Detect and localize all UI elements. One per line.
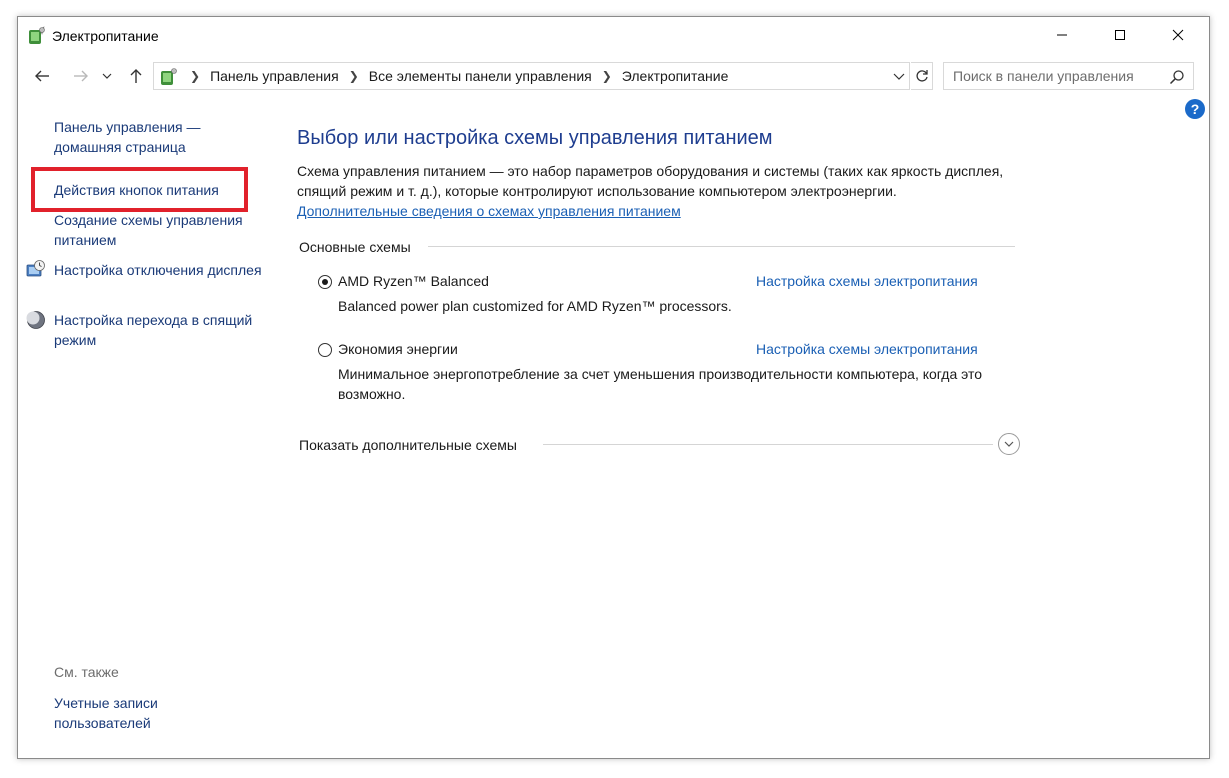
sidebar-item-display-off[interactable]: Настройка отключения дисплея bbox=[54, 260, 264, 280]
address-bar[interactable]: ❯ Панель управления ❯ Все элементы панел… bbox=[153, 62, 910, 90]
chevron-right-icon[interactable]: ❯ bbox=[602, 69, 612, 83]
search-input[interactable] bbox=[944, 63, 1173, 89]
expand-additional-plans-button[interactable] bbox=[998, 433, 1020, 455]
window-title: Электропитание bbox=[52, 28, 159, 44]
plan-name-amd-balanced[interactable]: AMD Ryzen™ Balanced bbox=[338, 273, 489, 289]
breadcrumb-all-control-panel-items[interactable]: Все элементы панели управления bbox=[369, 68, 592, 84]
power-options-icon bbox=[26, 26, 46, 46]
sidebar-item-sleep[interactable]: Настройка перехода в спящий режим bbox=[54, 310, 264, 350]
minimize-icon bbox=[1057, 34, 1067, 36]
plan-description-amd-balanced: Balanced power plan customized for AMD R… bbox=[338, 298, 732, 314]
navigation-bar: ❯ Панель управления ❯ Все элементы панел… bbox=[18, 61, 1209, 91]
close-icon bbox=[1172, 29, 1184, 41]
power-plans-info-link[interactable]: Дополнительные сведения о схемах управле… bbox=[297, 201, 681, 221]
minimize-button[interactable] bbox=[1033, 17, 1091, 53]
search-icon[interactable] bbox=[1169, 69, 1185, 85]
arrow-up-icon bbox=[130, 69, 142, 83]
sidebar-item-power-buttons[interactable]: Действия кнопок питания bbox=[54, 180, 264, 200]
display-clock-icon bbox=[26, 259, 46, 279]
plan-radio-power-saver[interactable] bbox=[318, 343, 332, 357]
section-header-main-plans: Основные схемы bbox=[299, 239, 411, 255]
chevron-down-icon bbox=[102, 73, 112, 79]
breadcrumb: ❯ Панель управления ❯ Все элементы панел… bbox=[184, 63, 728, 89]
see-also-label: См. также bbox=[54, 664, 119, 680]
chevron-down-icon bbox=[893, 73, 905, 80]
section-divider bbox=[543, 444, 993, 445]
close-button[interactable] bbox=[1149, 17, 1207, 53]
refresh-icon bbox=[915, 70, 928, 82]
recent-locations-button[interactable] bbox=[99, 65, 115, 87]
power-options-window: Электропитание ❯ Панель управления ❯ Все… bbox=[17, 16, 1210, 759]
forward-button[interactable] bbox=[70, 65, 92, 87]
plan-settings-link-power-saver[interactable]: Настройка схемы электропитания bbox=[756, 341, 978, 357]
section-divider bbox=[428, 246, 1015, 247]
breadcrumb-power-options[interactable]: Электропитание bbox=[622, 68, 729, 84]
plan-settings-link-amd-balanced[interactable]: Настройка схемы электропитания bbox=[756, 273, 978, 289]
sidebar-item-create-power-plan[interactable]: Создание схемы управления питанием bbox=[54, 210, 264, 250]
chevron-down-icon bbox=[1004, 441, 1014, 447]
search-box bbox=[943, 62, 1194, 90]
arrow-right-icon bbox=[74, 70, 88, 82]
moon-icon bbox=[26, 310, 46, 330]
plan-description-power-saver: Минимальное энергопотребление за счет ум… bbox=[338, 366, 983, 402]
title-bar: Электропитание bbox=[18, 17, 1209, 55]
power-options-icon bbox=[158, 67, 178, 87]
address-history-dropdown[interactable] bbox=[889, 63, 909, 89]
help-button[interactable]: ? bbox=[1185, 99, 1205, 119]
plan-radio-amd-balanced[interactable] bbox=[318, 275, 332, 289]
sidebar-home-link[interactable]: Панель управления — домашняя страница bbox=[54, 117, 264, 157]
chevron-right-icon: ❯ bbox=[190, 69, 201, 83]
page-description: Схема управления питанием — это набор па… bbox=[297, 163, 1004, 199]
page-title: Выбор или настройка схемы управления пит… bbox=[297, 127, 773, 149]
show-additional-plans[interactable]: Показать дополнительные схемы bbox=[299, 437, 517, 453]
maximize-icon bbox=[1115, 30, 1125, 40]
refresh-button[interactable] bbox=[911, 62, 933, 90]
chevron-right-icon[interactable]: ❯ bbox=[349, 69, 359, 83]
back-button[interactable] bbox=[31, 65, 53, 87]
plan-name-power-saver[interactable]: Экономия энергии bbox=[338, 341, 458, 357]
maximize-button[interactable] bbox=[1091, 17, 1149, 53]
sidebar-item-user-accounts[interactable]: Учетные записи пользователей bbox=[54, 693, 204, 733]
arrow-left-icon bbox=[35, 70, 49, 82]
breadcrumb-control-panel[interactable]: Панель управления bbox=[210, 68, 339, 84]
up-button[interactable] bbox=[125, 65, 147, 87]
